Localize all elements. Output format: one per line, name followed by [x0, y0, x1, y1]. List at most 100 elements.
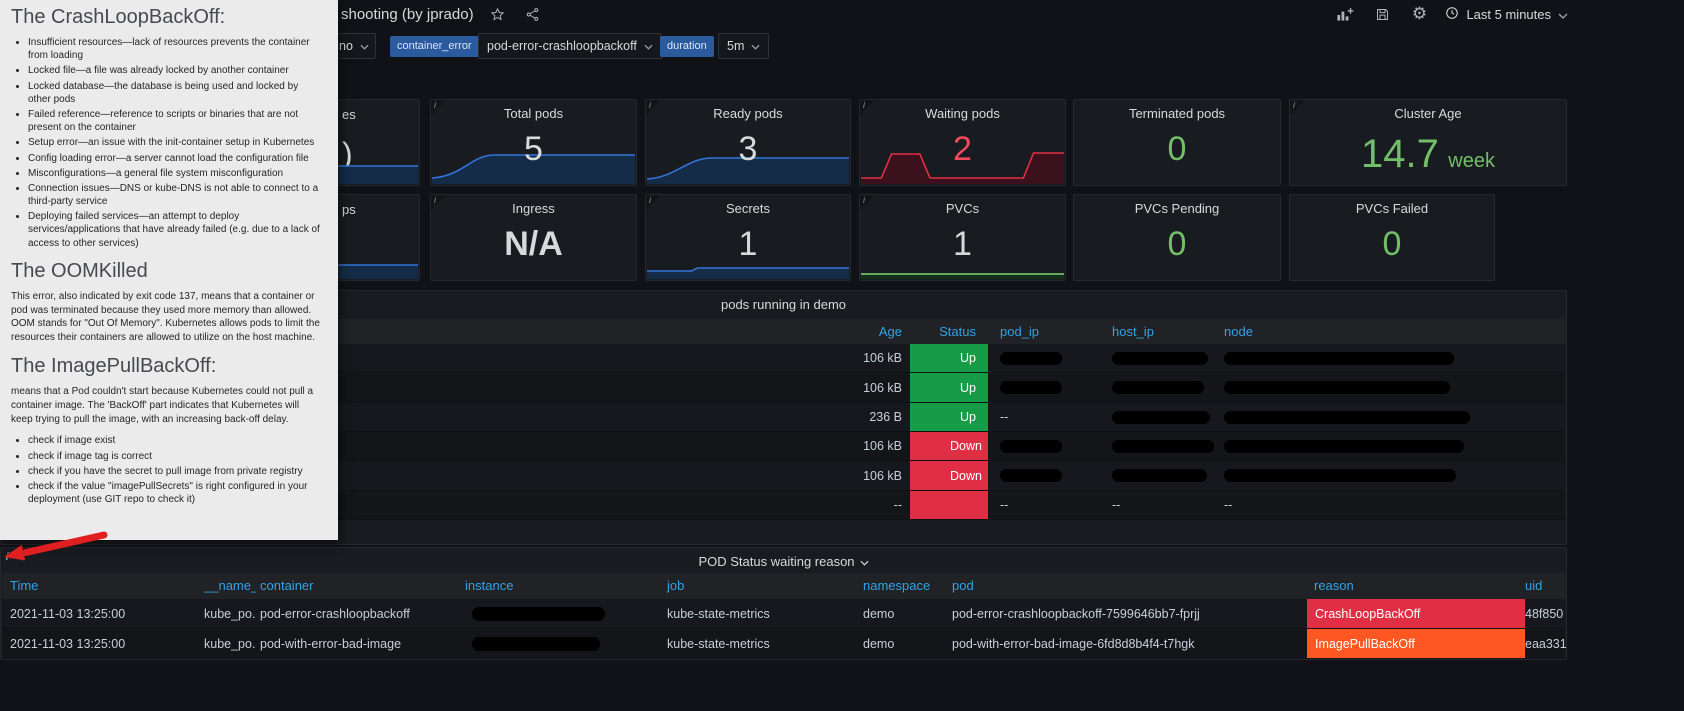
- column-header-pod-ip[interactable]: pod_ip: [1000, 319, 1039, 344]
- stat-value: 1: [738, 225, 758, 263]
- status-badge: Up: [910, 373, 988, 402]
- column-header-reason[interactable]: reason: [1314, 573, 1354, 599]
- age-cell: 106 kB: [863, 351, 902, 365]
- oomkilled-paragraph: This error, also indicated by exit code …: [11, 290, 320, 344]
- name-cell: kube_po...: [204, 607, 256, 621]
- table-row: 2021-11-03 13:25:00 kube_po... pod-error…: [2, 599, 1565, 629]
- name-cell: kube_po...: [204, 637, 256, 651]
- stat-value: 3: [738, 130, 758, 168]
- time-cell: 2021-11-03 13:25:00: [10, 637, 126, 651]
- pod-cell: pod-with-error-bad-image-6fd8d8b4f4-t7hg…: [952, 637, 1195, 651]
- save-dashboard-icon[interactable]: [1371, 4, 1393, 26]
- column-header-pod[interactable]: pod: [952, 573, 974, 599]
- host-ip-cell: --: [1112, 498, 1121, 512]
- panel-title[interactable]: Cluster Age: [1290, 106, 1566, 121]
- stat-panel-ready-pods: i Ready pods 3: [645, 99, 851, 186]
- panel-title-fragment: ps: [342, 202, 356, 217]
- stat-panel-cluster-age: i Cluster Age 14.7 week: [1289, 99, 1567, 186]
- share-icon[interactable]: [522, 3, 544, 25]
- panel-title[interactable]: Total pods: [431, 106, 636, 121]
- variable-label-container-error: container_error: [390, 36, 479, 57]
- stat-panel-total-pods: i Total pods 5: [430, 99, 637, 186]
- age-cell: 236 B: [869, 410, 902, 424]
- list-item: Insufficient resources—lack of resources…: [28, 36, 323, 62]
- tooltip-heading-imagepull: The ImagePullBackOff:: [11, 355, 217, 377]
- cluster-age-number: 14.7: [1360, 132, 1439, 176]
- cluster-age-unit: week: [1448, 150, 1495, 172]
- status-badge: Up: [910, 403, 988, 431]
- column-header-node[interactable]: node: [1224, 319, 1253, 344]
- column-header-status[interactable]: Status: [882, 319, 976, 344]
- panel-title-row[interactable]: POD Status waiting reason: [1, 554, 1566, 569]
- column-header-namespace[interactable]: namespace: [863, 573, 930, 599]
- pod-ip-cell: --: [1000, 410, 1009, 424]
- settings-gear-icon[interactable]: ⚙: [1408, 4, 1430, 26]
- redaction-bar: [1224, 440, 1464, 453]
- age-cell: 106 kB: [863, 469, 902, 483]
- clock-icon: [1445, 6, 1459, 23]
- tooltip-heading-oomkilled: The OOMKilled: [11, 259, 148, 282]
- stat-panel-pvcs: i PVCs 1: [859, 194, 1066, 281]
- column-header-uid[interactable]: uid: [1525, 573, 1542, 599]
- redaction-bar: [1112, 381, 1204, 394]
- add-panel-icon[interactable]: [1334, 4, 1356, 26]
- panel-title[interactable]: Ready pods: [646, 106, 850, 121]
- panel-title[interactable]: Ingress: [431, 201, 636, 216]
- stat-value: 0: [1167, 225, 1187, 263]
- column-header-time[interactable]: Time: [10, 573, 38, 599]
- chevron-down-icon: [360, 39, 369, 53]
- panel-title[interactable]: POD Status waiting reason: [698, 554, 854, 569]
- redaction-bar: [472, 637, 600, 651]
- stat-value: 5: [524, 130, 543, 168]
- column-header-host-ip[interactable]: host_ip: [1112, 319, 1154, 344]
- stat-panel-terminated-pods: Terminated pods 0: [1073, 99, 1281, 186]
- redaction-bar: [1224, 469, 1456, 482]
- stat-value: N/A: [504, 225, 563, 263]
- pod-cell: pod-error-crashloopbackoff-7599646bb7-fp…: [952, 607, 1200, 621]
- star-icon[interactable]: [487, 3, 509, 25]
- stat-value: 0: [1167, 130, 1187, 168]
- chevron-down-icon: [644, 39, 653, 53]
- list-item: check if image exist: [28, 434, 323, 447]
- dashboard-title[interactable]: shooting (by jprado): [341, 6, 474, 23]
- chevron-down-icon: [1558, 7, 1568, 22]
- info-tooltip: The CrashLoopBackOff: Insufficient resou…: [0, 0, 338, 540]
- node-cell: --: [1224, 498, 1233, 512]
- column-header-container[interactable]: container: [260, 573, 313, 599]
- table-header-row: Time __name__ container instance job nam…: [2, 573, 1565, 599]
- status-badge: [910, 491, 988, 519]
- panel-title[interactable]: PVCs Failed: [1290, 201, 1494, 216]
- panel-title[interactable]: Waiting pods: [860, 106, 1065, 121]
- panel-title[interactable]: Terminated pods: [1074, 106, 1280, 121]
- panel-title[interactable]: Secrets: [646, 201, 850, 216]
- container-cell: pod-with-error-bad-image: [260, 637, 402, 651]
- list-item: Setup error—an issue with the init-conta…: [28, 136, 323, 149]
- crashloop-causes-list: Insufficient resources—lack of resources…: [11, 36, 323, 250]
- status-badge: Up: [910, 344, 988, 372]
- age-cell: --: [893, 498, 902, 512]
- namespace-dropdown-value: no: [339, 39, 353, 53]
- redaction-bar: [472, 607, 605, 621]
- imagepull-checklist: check if image exist check if image tag …: [11, 434, 323, 506]
- column-header-instance[interactable]: instance: [465, 573, 513, 599]
- tooltip-heading-crashloop: The CrashLoopBackOff:: [11, 6, 226, 28]
- duration-dropdown[interactable]: 5m: [718, 33, 770, 59]
- column-header-name[interactable]: __name__: [204, 573, 256, 599]
- status-badge: Down: [910, 461, 988, 490]
- list-item: Failed reference—reference to scripts or…: [28, 108, 323, 134]
- column-header-job[interactable]: job: [667, 573, 684, 599]
- panel-title[interactable]: PVCs Pending: [1074, 201, 1280, 216]
- duration-value: 5m: [727, 39, 745, 53]
- pod-filter-dropdown[interactable]: pod-error-crashloopbackoff: [478, 33, 662, 59]
- panel-title[interactable]: PVCs: [860, 201, 1065, 216]
- stat-value: 0: [1382, 225, 1402, 263]
- top-nav-left: shooting (by jprado): [341, 0, 544, 28]
- time-cell: 2021-11-03 13:25:00: [10, 607, 126, 621]
- redaction-bar: [1224, 411, 1470, 424]
- list-item: check if you have the secret to pull ima…: [28, 465, 323, 478]
- redaction-bar: [1224, 381, 1450, 394]
- panel-title-fragment: es: [342, 107, 356, 122]
- time-range-picker[interactable]: Last 5 minutes: [1445, 6, 1568, 23]
- namespace-cell: demo: [863, 637, 895, 651]
- age-cell: 106 kB: [863, 439, 902, 453]
